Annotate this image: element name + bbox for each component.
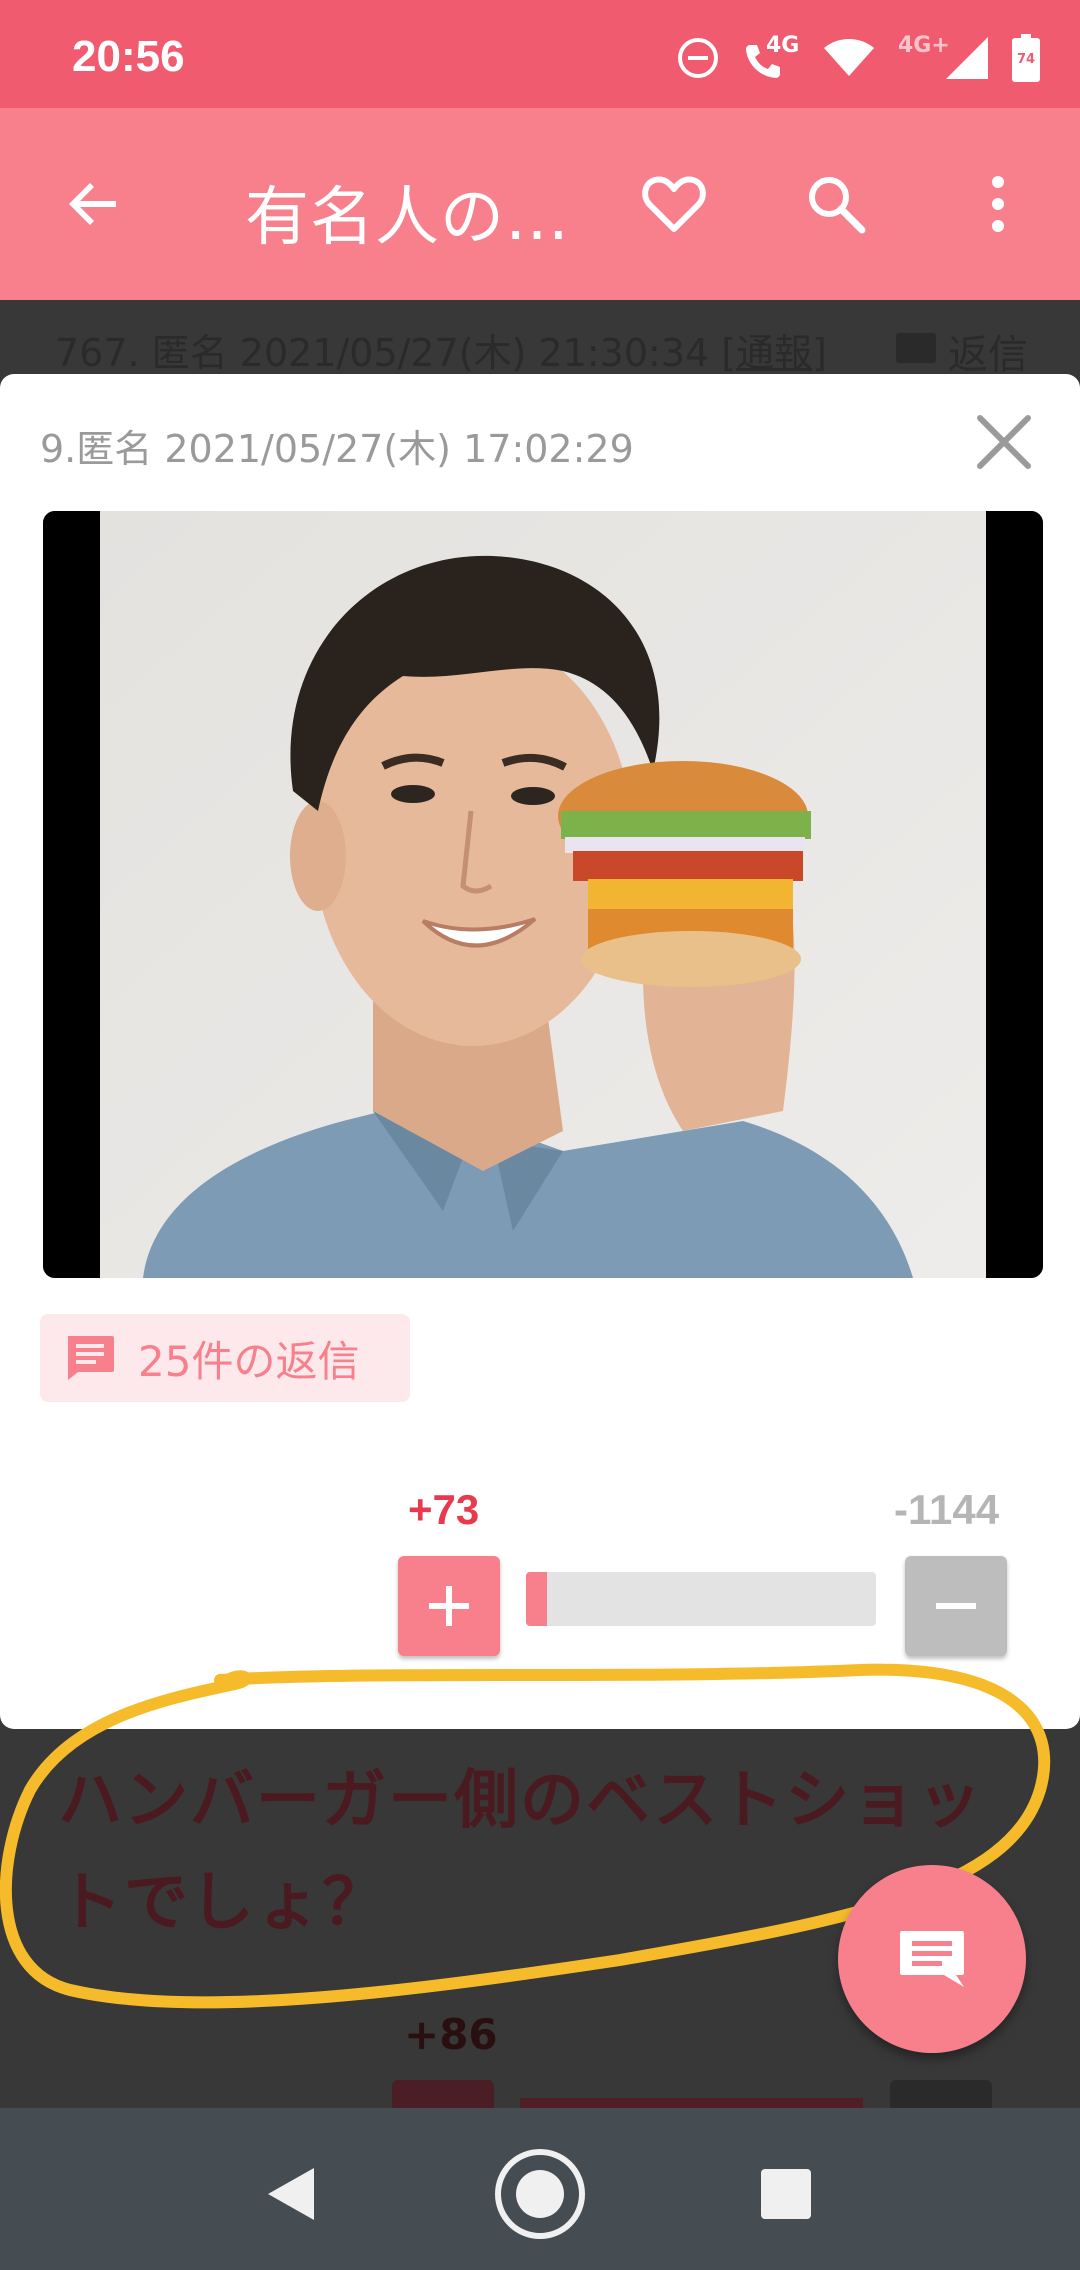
back-arrow-icon [69, 183, 116, 225]
status-bar: 20:56 4G 4G+ 74 [0, 0, 1080, 108]
cell-signal-icon [946, 37, 988, 79]
background-minus-button[interactable] [890, 2080, 992, 2110]
status-time: 20:56 [72, 32, 185, 81]
plus-icon [429, 1586, 469, 1626]
vote-minus-count: -1144 [894, 1486, 1000, 1533]
background-post-header: 767. 匿名 2021/05/27(木) 21:30:34 [通報] [55, 322, 827, 377]
plus-vote-button[interactable] [398, 1556, 500, 1656]
close-icon [977, 415, 1031, 469]
post-image[interactable] [43, 511, 1043, 1278]
status-icons: 4G 4G+ 74 [676, 30, 1040, 86]
background-reply-label: 返信 [948, 332, 1028, 378]
replies-button[interactable]: 25件の返信 [40, 1314, 410, 1402]
volte-call-icon: 4G [742, 33, 800, 83]
close-button[interactable] [972, 410, 1036, 474]
background-plus-button[interactable] [392, 2080, 494, 2110]
system-navigation-bar [0, 2108, 1080, 2270]
report-link[interactable]: [通報] [721, 331, 827, 375]
comment-icon [900, 1931, 964, 1987]
post-detail-modal: 9.匿名 2021/05/27(木) 17:02:29 25件の返信 +73 -… [0, 374, 1080, 1729]
minus-icon [936, 1603, 976, 1609]
nav-recents-icon [761, 2169, 811, 2219]
vote-ratio-fill [526, 1572, 547, 1626]
network-label-2: 4G+ [898, 33, 950, 58]
background-vote-bar [520, 2098, 863, 2108]
search-button[interactable] [800, 168, 872, 240]
more-options-button[interactable] [962, 168, 1034, 240]
battery-icon: 74 [1012, 34, 1040, 82]
back-button[interactable] [58, 168, 130, 240]
replies-label: 25件の返信 [138, 1336, 360, 1386]
network-label: 4G [766, 33, 800, 58]
vote-plus-count: +73 [408, 1486, 480, 1533]
more-vert-icon [992, 176, 1004, 232]
nav-home-icon [495, 2149, 585, 2239]
heart-icon [642, 176, 706, 232]
nav-back-button[interactable] [240, 2144, 340, 2244]
comment-icon [64, 1334, 116, 1382]
nav-back-icon [268, 2168, 314, 2220]
man-with-burger-photo [43, 511, 1043, 1278]
search-icon [809, 177, 866, 234]
do-not-disturb-icon [678, 38, 718, 78]
nav-recents-button[interactable] [736, 2144, 836, 2244]
nav-home-button[interactable] [490, 2144, 590, 2244]
background-reply-button[interactable]: 返信 [896, 322, 1028, 380]
battery-level: 74 [1016, 52, 1036, 67]
app-bar: 有名人の… [0, 108, 1080, 300]
wifi-icon [824, 39, 874, 76]
mobile-signal: 4G+ [898, 33, 990, 83]
post-meta: 9.匿名 2021/05/27(木) 17:02:29 [40, 427, 634, 471]
vote-ratio-bar [526, 1572, 876, 1626]
comment-icon [896, 333, 936, 363]
background-vote-plus-count: +86 [404, 2010, 498, 2059]
new-comment-fab[interactable] [838, 1865, 1026, 2053]
favorite-button[interactable] [638, 168, 710, 240]
page-title: 有名人の… [245, 181, 570, 255]
background-post-number: 767. 匿名 2021/05/27(木) 21:30:34 [55, 331, 722, 375]
minus-vote-button[interactable] [905, 1556, 1007, 1656]
